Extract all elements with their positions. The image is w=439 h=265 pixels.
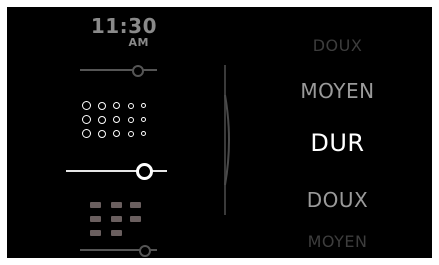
active-slider[interactable] [66,162,167,180]
grid-square [90,216,101,222]
slider-track [80,69,157,71]
grid-dot [97,129,106,138]
grid-dot [127,130,134,137]
wheel-item-moyen-bottom[interactable]: MOYEN [243,232,432,251]
dot-grid-icon[interactable] [82,101,162,155]
firmness-wheel[interactable]: DOUX MOYEN DUR DOUX MOYEN [243,7,432,258]
grid-dot [82,129,91,138]
square-grid-icon[interactable] [90,202,146,238]
grid-dot [127,116,134,123]
wheel-item-doux-top[interactable]: DOUX [243,36,432,55]
clock-ampm: AM [128,36,149,49]
grid-square [111,202,122,208]
grid-dot [82,115,91,124]
grid-dot [97,101,106,110]
slider-icon[interactable] [80,63,157,77]
wheel-item-doux-bottom[interactable]: DOUX [243,188,432,212]
wheel-divider [224,65,230,215]
grid-square [111,216,122,222]
grid-square [130,216,141,222]
clock-time: 11:30 [90,14,157,38]
option-carousel[interactable]: 11:30 AM [7,7,222,258]
grid-square [111,230,122,236]
grid-dot [141,103,146,108]
grid-dot [141,117,146,122]
grid-dot [113,102,120,109]
clock: 11:30 AM [73,16,157,48]
active-slider-thumb[interactable] [136,163,153,180]
grid-dot [113,130,120,137]
grid-dot [113,116,120,123]
grid-dot [127,102,134,109]
grid-square [130,202,141,208]
slider-icon-bottom[interactable] [80,243,157,257]
grid-square [90,230,101,236]
grid-square [90,202,101,208]
wheel-item-dur-selected[interactable]: DUR [243,129,432,157]
device-screen: 11:30 AM DOUX MOYEN DUR DOUX MOYEN [7,7,432,258]
grid-dot [97,115,106,124]
grid-dot [82,101,91,110]
slider-thumb[interactable] [139,245,151,257]
slider-thumb[interactable] [132,65,144,77]
grid-dot [141,131,146,136]
wheel-item-moyen-top[interactable]: MOYEN [243,79,432,103]
